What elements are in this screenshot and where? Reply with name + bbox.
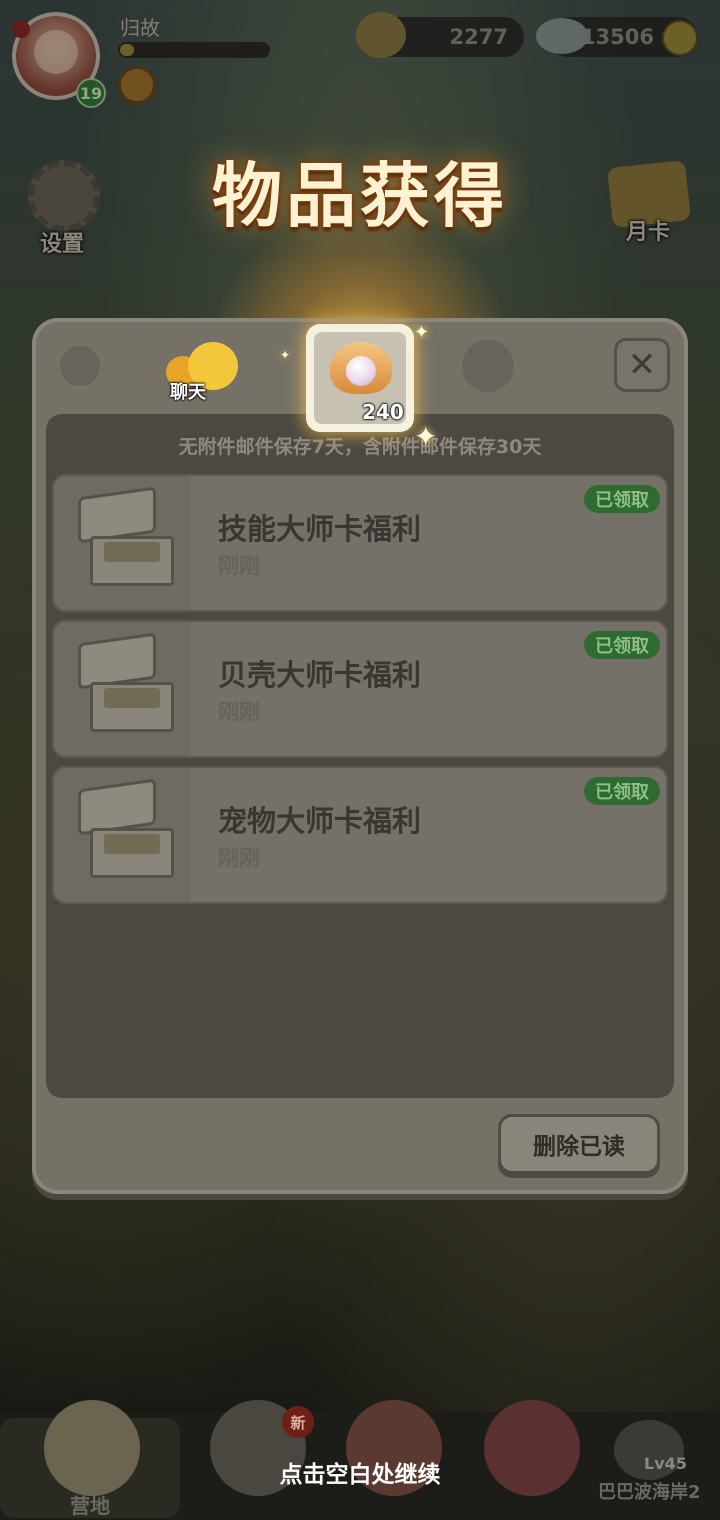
tab-back-icon[interactable] (60, 346, 100, 386)
delete-read-button[interactable]: 删除已读 (498, 1114, 660, 1174)
reward-title: 物品获得 (212, 155, 508, 237)
reward-quantity: 240 (362, 400, 404, 424)
camp-label[interactable]: 营地 (70, 1490, 110, 1519)
sparkle-icon: ✦ (414, 322, 430, 343)
close-icon: ✕ (627, 345, 657, 385)
chest-inside (104, 688, 160, 708)
new-badge: 新 (282, 1406, 314, 1438)
mail-time: 刚刚 (218, 700, 260, 724)
chest-inside (104, 834, 160, 854)
claimed-badge: 已领取 (584, 485, 660, 513)
retention-hint: 无附件邮件保存7天，含附件邮件保存30天 (178, 436, 542, 458)
chat-label[interactable]: 聊天 (170, 378, 206, 404)
claimed-badge: 已领取 (584, 777, 660, 805)
chest-inside (104, 542, 160, 562)
sparkle-icon: ✦ (414, 420, 438, 453)
close-button[interactable]: ✕ (614, 338, 670, 392)
continue-hint[interactable]: 点击空白处继续 (0, 1455, 720, 1489)
mail-title: 宠物大师卡福利 (218, 804, 422, 838)
sparkle-icon: ✦ (280, 348, 291, 362)
mail-time: 刚刚 (218, 846, 260, 870)
mail-title: 技能大师卡福利 (218, 512, 422, 546)
mail-title: 贝壳大师卡福利 (218, 658, 422, 692)
claimed-badge: 已领取 (584, 631, 660, 659)
swirl-tab-icon[interactable] (462, 340, 514, 392)
pearl-icon (346, 356, 376, 386)
mail-time: 刚刚 (218, 554, 260, 578)
